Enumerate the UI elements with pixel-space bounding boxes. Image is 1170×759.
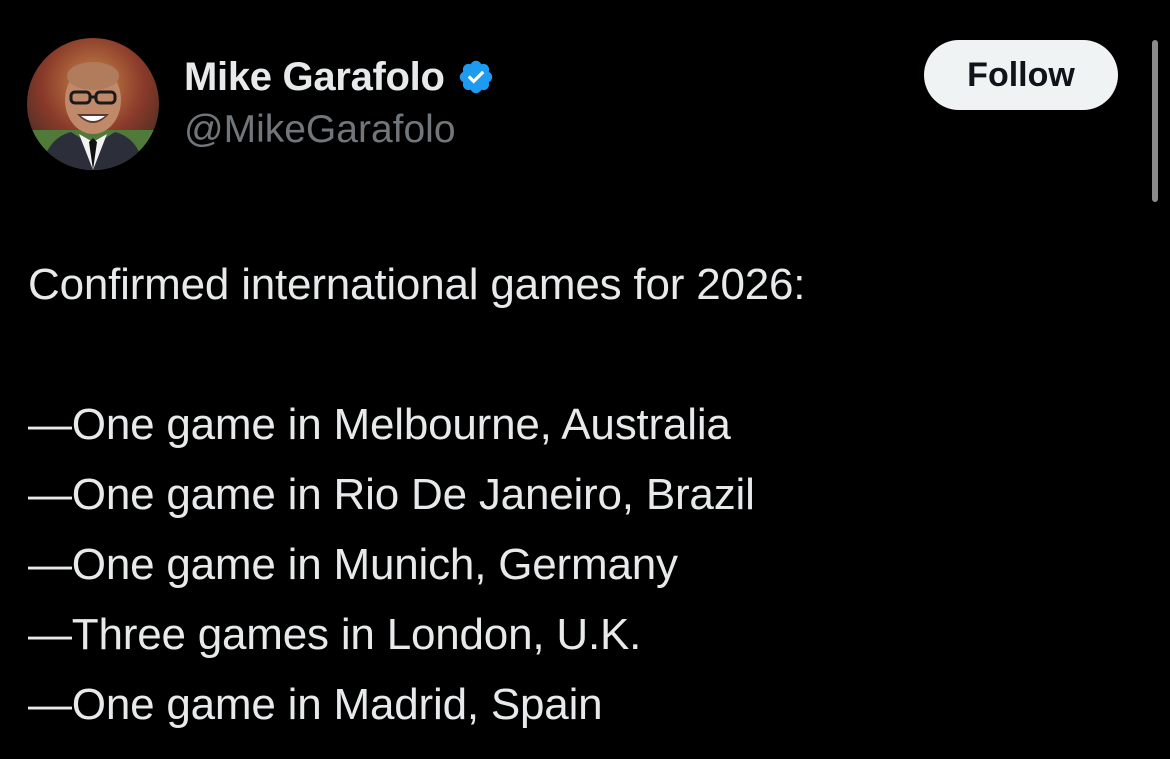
author-display-name[interactable]: Mike Garafolo <box>184 55 445 100</box>
paragraph-break <box>28 320 1138 390</box>
scrollbar[interactable] <box>1152 40 1158 202</box>
tweet-list-item: —Three games in London, U.K. <box>28 610 642 659</box>
profile-photo-icon <box>27 38 159 170</box>
tweet-list-item: —One game in Rio De Janeiro, Brazil <box>28 470 755 519</box>
tweet-intro: Confirmed international games for 2026: <box>28 260 806 309</box>
tweet-card: Mike Garafolo @MikeGarafolo Follow Confi… <box>0 0 1170 759</box>
author-name-row: Mike Garafolo <box>184 52 495 102</box>
tweet-list-item: —One game in Melbourne, Australia <box>28 400 731 449</box>
tweet-list-item: —One game in Munich, Germany <box>28 540 678 589</box>
tweet-text: Confirmed international games for 2026: … <box>28 250 1138 740</box>
avatar[interactable] <box>27 38 159 170</box>
tweet-list-item: —One game in Madrid, Spain <box>28 680 603 729</box>
verified-badge-icon[interactable] <box>457 58 495 96</box>
follow-button[interactable]: Follow <box>924 40 1118 110</box>
author-handle[interactable]: @MikeGarafolo <box>184 108 456 152</box>
